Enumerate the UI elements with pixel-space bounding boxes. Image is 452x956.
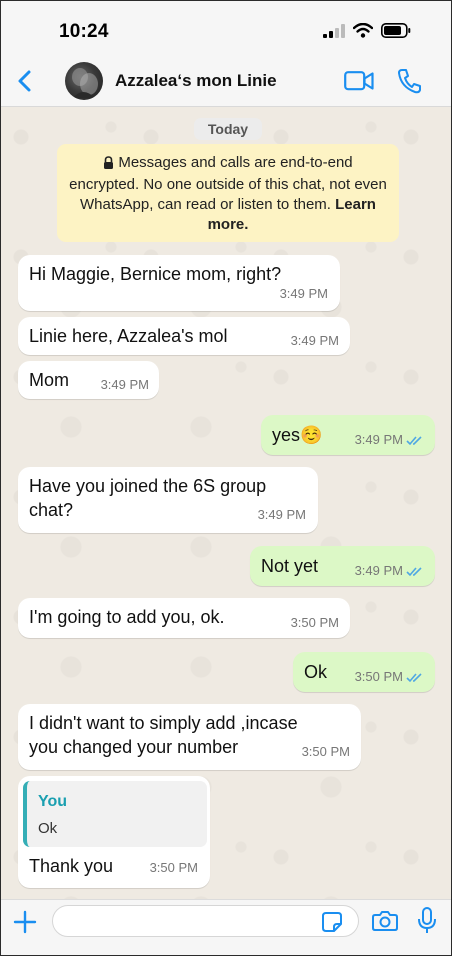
message-text: Thank you — [29, 856, 114, 876]
message-text: Hi Maggie, Bernice mom, right? — [29, 264, 282, 284]
message-bubble-outgoing[interactable]: Ok 3:50 PM — [293, 652, 435, 692]
message-bubble-outgoing[interactable]: Not yet 3:49 PM — [250, 546, 435, 586]
composer-bar — [1, 899, 451, 955]
quoted-author: You — [38, 793, 68, 810]
quoted-message[interactable]: You Ok — [23, 781, 207, 847]
phone-icon[interactable] — [397, 68, 421, 99]
quoted-text: Ok — [38, 820, 58, 837]
message-bubble-incoming[interactable]: Have you joined the 6S group chat? 3:49 … — [18, 467, 318, 533]
message-input[interactable] — [52, 905, 359, 937]
message-bubble-incoming[interactable]: Mom 3:49 PM — [18, 361, 159, 399]
chat-screen: 10:24 Azzalea‘s mon Linie Today Messages… — [0, 0, 452, 956]
encryption-notice[interactable]: Messages and calls are end-to-end encryp… — [57, 144, 399, 242]
message-bubble-outgoing[interactable]: yes☺️ 3:49 PM — [261, 415, 435, 455]
status-bar: 10:24 — [1, 1, 451, 57]
chevron-left-icon[interactable] — [11, 67, 39, 95]
video-camera-icon[interactable] — [344, 70, 374, 97]
message-bubble-incoming[interactable]: Linie here, Azzalea's mol 3:49 PM — [18, 317, 350, 355]
read-receipt-icon — [406, 561, 424, 585]
message-list[interactable]: Today Messages and calls are end-to-end … — [1, 107, 451, 899]
read-receipt-icon — [406, 430, 424, 454]
wifi-icon — [352, 22, 374, 43]
message-time: 3:50 PM — [149, 860, 198, 875]
plus-icon[interactable] — [13, 910, 37, 939]
message-text: yes☺️ — [272, 425, 323, 445]
message-text: Not yet — [261, 556, 319, 576]
message-time-row: 3:49 PM — [355, 428, 424, 454]
date-divider: Today — [194, 118, 262, 140]
message-bubble-incoming[interactable]: I didn't want to simply add ,incase you … — [18, 704, 361, 770]
message-text: I didn't want to simply add ,incase you … — [29, 713, 298, 757]
message-time: 3:49 PM — [100, 377, 149, 392]
chat-header: Azzalea‘s mon Linie — [1, 57, 451, 107]
message-text: Ok — [304, 662, 328, 682]
contact-name[interactable]: Azzalea‘s mon Linie — [115, 71, 277, 91]
message-time: 3:49 PM — [354, 563, 403, 578]
message-bubble-incoming[interactable]: Hi Maggie, Bernice mom, right? 3:49 PM — [18, 255, 340, 311]
message-text: I'm going to add you, ok. — [29, 607, 225, 627]
message-text: Mom — [29, 370, 69, 390]
message-text: Linie here, Azzalea's mol — [29, 326, 228, 346]
status-icons — [323, 22, 411, 43]
lock-icon — [103, 155, 114, 175]
avatar[interactable] — [65, 62, 103, 100]
message-time: 3:49 PM — [290, 333, 339, 348]
status-time: 10:24 — [59, 21, 109, 42]
message-text: Have you joined the 6S group chat? — [29, 476, 267, 520]
message-time-row: 3:50 PM — [355, 665, 424, 691]
cellular-signal-icon — [323, 23, 345, 43]
message-time: 3:49 PM — [257, 507, 306, 522]
message-bubble-incoming[interactable]: I'm going to add you, ok. 3:50 PM — [18, 598, 350, 638]
camera-icon[interactable] — [372, 910, 398, 937]
read-receipt-icon — [406, 667, 424, 691]
message-time-row: 3:49 PM — [355, 559, 424, 585]
message-time: 3:50 PM — [290, 615, 339, 630]
microphone-icon[interactable] — [417, 906, 437, 941]
battery-icon — [381, 23, 411, 43]
message-time: 3:50 PM — [301, 744, 350, 759]
message-time: 3:50 PM — [354, 669, 403, 684]
message-time: 3:49 PM — [279, 286, 328, 301]
message-time: 3:49 PM — [354, 432, 403, 447]
sticker-icon[interactable] — [321, 911, 343, 938]
message-bubble-incoming[interactable]: You Ok Thank you 3:50 PM — [18, 776, 210, 888]
